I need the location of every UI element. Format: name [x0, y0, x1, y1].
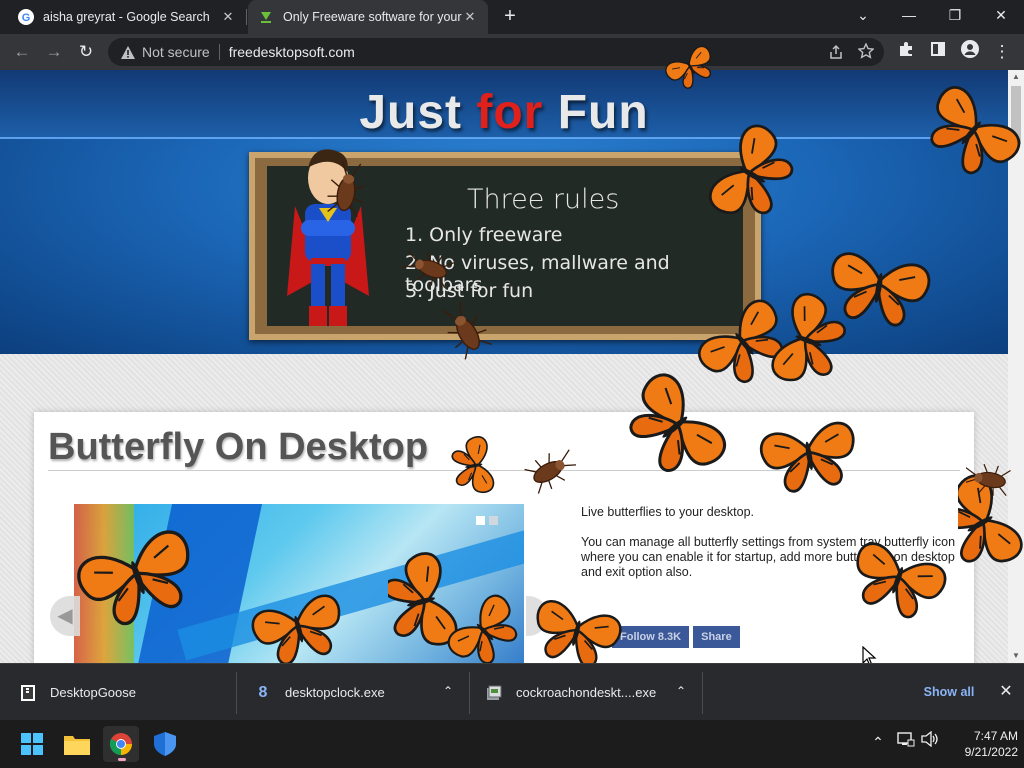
bookmark-star-icon[interactable]	[857, 42, 875, 62]
restore-button[interactable]: ❐	[932, 0, 978, 34]
zip-archive-icon	[20, 684, 36, 701]
share-icon[interactable]	[828, 44, 844, 63]
chevron-up-icon[interactable]: ⌃	[443, 684, 453, 698]
tab-title: Only Freeware software for your	[283, 10, 462, 24]
reload-button[interactable]: ↻	[74, 40, 98, 64]
tab-freedesktopsoft[interactable]: Only Freeware software for your ✕	[248, 0, 488, 34]
active-app-indicator	[118, 758, 126, 761]
superhero-mascot-icon	[287, 149, 369, 326]
scroll-up-arrow-icon[interactable]: ▲	[1008, 70, 1024, 84]
profile-icon[interactable]	[958, 40, 982, 64]
forward-button[interactable]: →	[42, 40, 66, 64]
download-item[interactable]: cockroachondeskt....exe ⌃	[470, 664, 702, 721]
chrome-icon[interactable]	[103, 726, 139, 762]
download-item[interactable]: 8 desktopclock.exe ⌃	[237, 664, 469, 721]
new-tab-button[interactable]: +	[498, 5, 522, 29]
installer-icon	[486, 685, 502, 701]
download-filename: cockroachondeskt....exe	[516, 685, 657, 700]
minimize-button[interactable]: —	[886, 0, 932, 34]
tray-overflow-chevron-icon[interactable]: ⌃	[866, 730, 890, 754]
back-button[interactable]: ←	[10, 40, 34, 64]
close-shelf-button[interactable]: ✕	[996, 682, 1016, 702]
clock-app-icon: 8	[258, 683, 268, 701]
scrollbar-thumb[interactable]	[1011, 86, 1021, 144]
page-viewport: Just for Fun Three rules 1. Only freewar…	[0, 70, 1024, 663]
download-item[interactable]: DesktopGoose	[0, 664, 236, 721]
tab-title: aisha greyrat - Google Search	[43, 10, 210, 24]
tab-divider	[246, 9, 247, 25]
windows-taskbar: ⌃ 7:47 AM 9/21/2022	[0, 720, 1024, 768]
slider-dot-active[interactable]	[476, 516, 485, 525]
slider-prev-button[interactable]: ◀	[50, 596, 80, 636]
product-title[interactable]: Butterfly On Desktop	[48, 426, 428, 469]
product-description: You can manage all butterfly settings fr…	[581, 535, 956, 579]
title-part-fun: Fun	[543, 86, 649, 139]
file-explorer-icon[interactable]	[59, 726, 95, 762]
side-panel-icon[interactable]	[926, 40, 950, 64]
scroll-down-arrow-icon[interactable]: ▼	[1008, 649, 1024, 663]
browser-toolbar: ← → ↻ Not secure freedesktopsoft.com ⋮	[0, 34, 1024, 70]
tab-close-icon[interactable]: ✕	[220, 9, 236, 25]
title-part-just: Just	[359, 86, 477, 139]
menu-icon[interactable]: ⋮	[990, 40, 1014, 64]
speaker-icon[interactable]	[918, 730, 942, 754]
address-bar[interactable]: Not secure freedesktopsoft.com	[108, 38, 884, 66]
download-divider	[702, 672, 703, 714]
product-tagline: Live butterflies to your desktop.	[581, 505, 755, 519]
chevron-up-icon[interactable]: ⌃	[676, 684, 686, 698]
close-window-button[interactable]: ✕	[978, 0, 1024, 34]
social-buttons: Follow 8.3K Share	[581, 624, 744, 650]
network-icon[interactable]	[894, 730, 918, 754]
download-filename: DesktopGoose	[50, 685, 136, 700]
google-g-icon: G	[18, 9, 34, 25]
windows-security-icon[interactable]	[147, 726, 183, 762]
screenshot-slider[interactable]	[74, 504, 524, 663]
chalkboard: Three rules 1. Only freeware 2. No virus…	[249, 149, 761, 340]
downloads-shelf: DesktopGoose 8 desktopclock.exe ⌃ cockro…	[0, 663, 1024, 720]
web-page: Just for Fun Three rules 1. Only freewar…	[0, 70, 1008, 663]
clock-date: 9/21/2022	[964, 745, 1018, 759]
warning-triangle-icon[interactable]	[120, 44, 136, 60]
url-text[interactable]: freedesktopsoft.com	[229, 44, 355, 60]
tab-strip: G aisha greyrat - Google Search ✕ Only F…	[0, 0, 1024, 34]
tab-close-icon[interactable]: ✕	[462, 9, 478, 25]
svg-text:G: G	[22, 12, 31, 24]
product-card: Butterfly On Desktop ◀ Live butterflies …	[34, 412, 974, 663]
title-part-for: for	[476, 86, 544, 139]
follow-button[interactable]: Follow 8.3K	[612, 626, 690, 648]
taskbar-clock[interactable]: 7:47 AM 9/21/2022	[944, 728, 1018, 760]
extensions-icon[interactable]	[894, 40, 918, 64]
vertical-scrollbar[interactable]: ▲ ▼	[1008, 70, 1024, 663]
slider-next-button[interactable]	[526, 596, 548, 636]
show-all-button[interactable]: Show all	[914, 678, 984, 706]
security-label[interactable]: Not secure	[142, 44, 210, 60]
slider-dot[interactable]	[489, 516, 498, 525]
site-logo-title[interactable]: Just for Fun	[0, 85, 1008, 140]
social-divider	[581, 624, 584, 650]
rule-item: 1. Only freeware	[405, 224, 563, 246]
title-divider	[48, 470, 960, 471]
windows-start-icon[interactable]	[14, 726, 50, 762]
download-arrow-icon	[258, 9, 274, 25]
rules-heading: Three rules	[467, 184, 620, 215]
tab-search-dropdown-icon[interactable]: ⌄	[840, 0, 886, 34]
download-filename: desktopclock.exe	[285, 685, 385, 700]
slider-color-edge	[74, 504, 134, 663]
tab-google-search[interactable]: G aisha greyrat - Google Search ✕	[8, 0, 246, 34]
omnibox-divider	[218, 44, 220, 60]
hero-banner: Just for Fun Three rules 1. Only freewar…	[0, 70, 1008, 354]
share-button[interactable]: Share	[693, 626, 740, 648]
rule-item: 3. Just for fun	[405, 280, 534, 302]
clock-time: 7:47 AM	[973, 729, 1018, 743]
